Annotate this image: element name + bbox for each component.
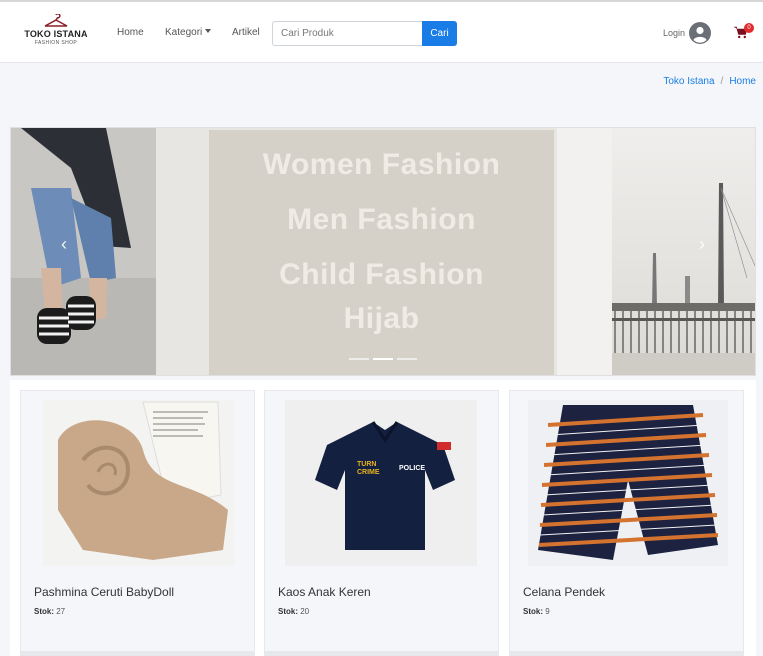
stock-value: 20 xyxy=(300,607,310,616)
breadcrumb: Toko Istana / Home xyxy=(663,76,756,87)
login-button[interactable]: Login xyxy=(663,21,712,45)
product-grid: Pashmina Ceruti BabyDoll Stok: 27 TURN C… xyxy=(10,380,756,656)
brand-logo[interactable]: TOKO ISTANA FASHION SHOP xyxy=(22,14,90,52)
carousel-slide-active: Women Fashion Men Fashion Child Fashion … xyxy=(209,130,554,375)
product-image-pashmina xyxy=(43,400,235,566)
carousel-indicators xyxy=(349,358,417,360)
product-name[interactable]: Celana Pendek xyxy=(523,585,605,599)
product-name[interactable]: Kaos Anak Keren xyxy=(278,585,371,599)
product-image-celana xyxy=(528,400,728,566)
stock-value: 9 xyxy=(545,607,550,616)
carousel-image-left xyxy=(11,128,208,375)
product-stock: Stok: 20 xyxy=(278,607,309,616)
stock-value: 27 xyxy=(56,607,66,616)
product-stock: Stok: 27 xyxy=(34,607,65,616)
carousel-indicator-1[interactable] xyxy=(349,358,369,360)
product-stock: Stok: 9 xyxy=(523,607,550,616)
product-image-kaos: TURN CRIME POLICE xyxy=(285,400,477,566)
carousel-indicator-3[interactable] xyxy=(397,358,417,360)
carousel-next-chevron-icon[interactable]: › xyxy=(691,233,713,255)
brand-tagline: FASHION SHOP xyxy=(34,40,78,46)
product-card[interactable]: Pashmina Ceruti BabyDoll Stok: 27 xyxy=(20,390,255,656)
carousel-image-right xyxy=(557,128,755,375)
nav-artikel-link[interactable]: Artikel xyxy=(232,27,260,38)
cart-count-badge: 0 xyxy=(744,23,754,33)
search-input[interactable] xyxy=(272,21,422,46)
carousel-line-1: Women Fashion xyxy=(262,148,501,181)
breadcrumb-item-toko-istana[interactable]: Toko Istana xyxy=(663,76,714,87)
breadcrumb-separator: / xyxy=(720,76,724,87)
login-label: Login xyxy=(663,28,686,38)
bridge-tower-photo xyxy=(557,128,755,375)
user-avatar-icon xyxy=(689,22,712,44)
product-card[interactable]: TURN CRIME POLICE Kaos Anak Keren Stok: … xyxy=(264,390,499,656)
carousel-prev-chevron-icon[interactable]: ‹ xyxy=(53,233,75,255)
nav-kategori-label: Kategori xyxy=(165,27,203,38)
carousel-line-4: Hijab xyxy=(343,302,420,335)
caret-down-icon xyxy=(205,29,212,33)
navbar: TOKO ISTANA FASHION SHOP Home Kategori A… xyxy=(0,0,763,63)
stock-label: Stok: xyxy=(278,607,298,616)
carousel-line-2: Men Fashion xyxy=(287,203,476,236)
svg-text:TURN: TURN xyxy=(357,461,376,468)
stock-label: Stok: xyxy=(34,607,54,616)
nav-kategori-dropdown[interactable]: Kategori xyxy=(165,27,212,38)
stock-label: Stok: xyxy=(523,607,543,616)
hero-carousel[interactable]: Women Fashion Men Fashion Child Fashion … xyxy=(10,127,756,376)
svg-text:POLICE: POLICE xyxy=(399,465,425,472)
fashion-model-photo xyxy=(11,128,156,375)
svg-text:CRIME: CRIME xyxy=(357,469,380,476)
brand-name: TOKO ISTANA xyxy=(24,29,88,39)
search-button[interactable]: Cari xyxy=(422,21,457,46)
carousel-line-3: Child Fashion xyxy=(279,258,484,291)
cart-button[interactable]: 0 xyxy=(734,23,754,42)
carousel-indicator-2[interactable] xyxy=(373,358,393,360)
product-name[interactable]: Pashmina Ceruti BabyDoll xyxy=(34,585,174,599)
product-card[interactable]: Celana Pendek Stok: 9 xyxy=(509,390,744,656)
breadcrumb-item-home[interactable]: Home xyxy=(729,76,756,87)
nav-home-link[interactable]: Home xyxy=(117,27,144,38)
hanger-icon xyxy=(44,14,68,27)
